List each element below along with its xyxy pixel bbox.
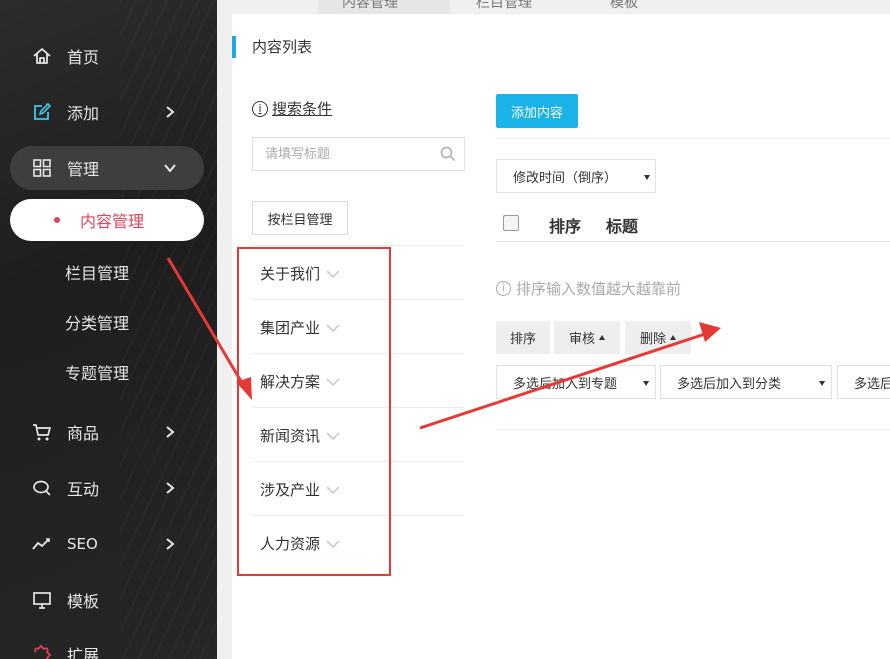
sidebar-subitem-column-manage[interactable]: 栏目管理	[65, 260, 129, 284]
sidebar-item-label: 模板	[67, 592, 100, 611]
sidebar-item-seo[interactable]: SEO	[0, 522, 217, 566]
multi-select-third[interactable]: 多选后	[837, 365, 890, 399]
app-window: 内容管理 栏目管理 模板 首页 添加 管理 内容管理 栏目管理 分类管理 专题管…	[0, 0, 890, 659]
monitor-icon	[31, 589, 53, 611]
chevron-right-icon	[166, 426, 175, 438]
sidebar-subitem-topic-manage[interactable]: 专题管理	[65, 360, 129, 384]
sidebar-item-label: SEO	[67, 535, 98, 553]
sidebar-subitem-content-manage[interactable]: 内容管理	[10, 199, 204, 241]
sidebar-subitem-category-manage[interactable]: 分类管理	[65, 310, 129, 334]
delete-button[interactable]: 删除	[625, 321, 691, 354]
sort-order-select[interactable]: 修改时间（倒序）	[496, 159, 656, 193]
sort-button[interactable]: 排序	[496, 321, 550, 354]
extension-icon	[31, 643, 53, 659]
chevron-right-icon	[166, 106, 175, 118]
select-value: 多选后	[854, 376, 890, 392]
sidebar-item-home[interactable]: 首页	[0, 34, 217, 78]
chat-icon	[31, 477, 53, 499]
active-dot	[54, 217, 60, 223]
sidebar-item-label: 添加	[67, 104, 100, 123]
sort-hint: i 排序输入数值越大越靠前	[496, 278, 681, 299]
home-icon	[31, 45, 53, 67]
sidebar-item-label: 首页	[67, 48, 100, 67]
sidebar-item-label: 扩展	[67, 646, 100, 659]
search-conditions-heading[interactable]: i 搜索条件	[252, 98, 332, 119]
annotation-highlight-box	[237, 247, 391, 576]
add-to-category-select[interactable]: 多选后加入到分类	[660, 365, 832, 399]
caret-down-icon	[644, 175, 650, 180]
column-header-title: 标题	[606, 217, 639, 236]
sidebar-item-label: 管理	[67, 160, 100, 179]
tab-content-manage[interactable]: 内容管理	[318, 0, 450, 14]
page-title: 内容列表	[232, 36, 312, 58]
search-heading-label: 搜索条件	[272, 100, 333, 118]
audit-button[interactable]: 审核	[554, 321, 620, 354]
chevron-down-icon	[164, 164, 176, 173]
search-input[interactable]	[253, 138, 433, 170]
sidebar-item-label: 商品	[67, 424, 100, 443]
tab-column-manage[interactable]: 栏目管理	[476, 0, 532, 14]
divider	[496, 138, 890, 139]
sidebar-item-goods[interactable]: 商品	[0, 410, 217, 454]
search-icon[interactable]	[440, 146, 456, 162]
trend-icon	[31, 533, 53, 555]
select-all-checkbox[interactable]	[503, 215, 519, 231]
add-content-button[interactable]: 添加内容	[496, 94, 578, 128]
edit-icon	[31, 101, 53, 123]
divider	[496, 429, 890, 430]
grid-icon	[31, 157, 53, 179]
select-value: 多选后加入到专题	[513, 376, 618, 392]
manage-by-column-button[interactable]: 按栏目管理	[252, 201, 348, 235]
caret-up-icon	[670, 335, 676, 340]
divider	[496, 241, 890, 242]
sidebar-item-label: 互动	[67, 480, 100, 499]
search-box	[252, 137, 465, 171]
chevron-right-icon	[166, 538, 175, 550]
select-value: 多选后加入到分类	[677, 376, 782, 392]
button-label: 排序	[509, 332, 536, 347]
sidebar-item-extend[interactable]: 扩展	[0, 632, 217, 659]
chevron-right-icon	[166, 482, 175, 494]
caret-down-icon	[819, 381, 825, 386]
sidebar-item-template[interactable]: 模板	[0, 578, 217, 622]
divider	[252, 245, 464, 246]
info-icon: i	[496, 281, 511, 296]
sidebar-item-interact[interactable]: 互动	[0, 466, 217, 510]
tab-template[interactable]: 模板	[610, 0, 638, 14]
cart-icon	[31, 421, 53, 443]
sidebar-item-add[interactable]: 添加	[0, 90, 217, 134]
info-icon: i	[252, 100, 268, 117]
sort-select-value: 修改时间（倒序）	[513, 170, 618, 186]
add-to-topic-select[interactable]: 多选后加入到专题	[496, 365, 656, 399]
button-label: 删除	[639, 332, 666, 347]
caret-up-icon	[599, 335, 605, 340]
sidebar-item-label: 内容管理	[80, 212, 145, 231]
button-label: 审核	[568, 332, 595, 347]
sidebar: 首页 添加 管理 内容管理 栏目管理 分类管理 专题管理 商品 互动 SEO 模…	[0, 0, 217, 659]
hint-text: 排序输入数值越大越靠前	[516, 280, 682, 298]
sidebar-item-manage[interactable]: 管理	[0, 146, 217, 190]
column-header-sort: 排序	[549, 217, 582, 236]
caret-down-icon	[643, 381, 649, 386]
